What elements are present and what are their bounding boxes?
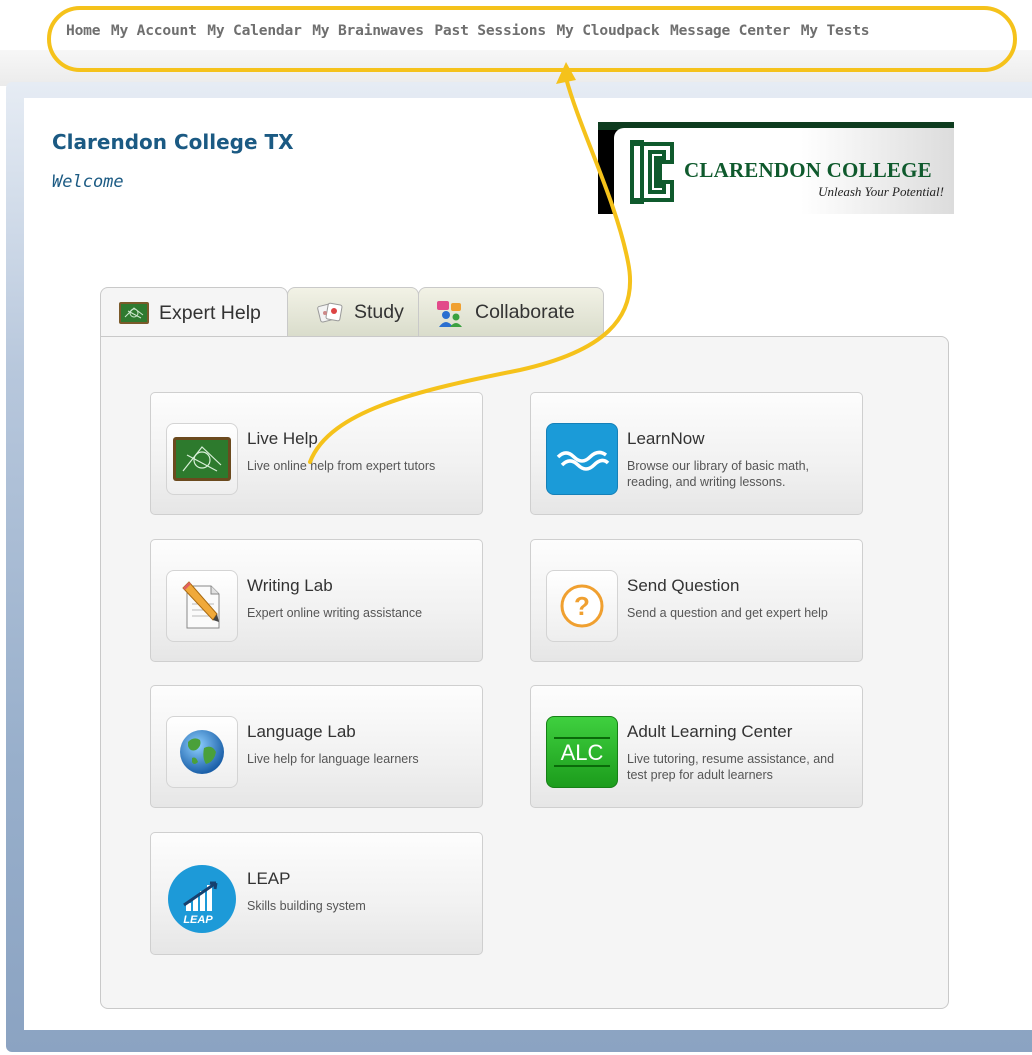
- service-card-leap[interactable]: LEAP LEAP Skills building system: [150, 832, 483, 955]
- people-icon: [435, 299, 465, 327]
- nav-item-message-center[interactable]: Message Center: [670, 22, 790, 39]
- chalkboard-icon: [119, 302, 149, 324]
- logo-title: CLARENDON COLLEGE: [684, 158, 932, 182]
- tab-study-label: Study: [354, 301, 404, 323]
- service-description: Live tutoring, resume assistance, and te…: [627, 752, 835, 782]
- service-title: Language Lab: [247, 722, 356, 741]
- service-description: Skills building system: [247, 899, 366, 913]
- tab-study[interactable]: Study: [287, 287, 419, 337]
- logo-tagline: Unleash Your Potential!: [818, 184, 944, 199]
- welcome-text: Welcome: [52, 172, 124, 192]
- service-title: Send Question: [627, 576, 740, 595]
- service-title: LEAP: [247, 869, 291, 888]
- expert-help-panel: Live Help Live online help from expert t…: [100, 336, 949, 1009]
- service-card-send-question[interactable]: ? Send Question Send a question and get …: [530, 539, 863, 662]
- nav-item-home[interactable]: Home: [66, 22, 101, 39]
- service-title: Live Help: [247, 429, 318, 448]
- top-nav-list: Home My Account My Calendar My Brainwave…: [66, 22, 880, 39]
- service-card-live-help[interactable]: Live Help Live online help from expert t…: [150, 392, 483, 515]
- service-card-writing-lab[interactable]: Writing Lab Expert online writing assist…: [150, 539, 483, 662]
- college-logo: CLARENDON COLLEGE Unleash Your Potential…: [598, 122, 954, 214]
- service-title: Writing Lab: [247, 576, 333, 595]
- service-tabs: Expert Help Study Collaborate: [100, 287, 604, 338]
- nav-divider: [0, 50, 1032, 86]
- svg-text:?: ?: [574, 591, 590, 621]
- flashcards-icon: [316, 301, 344, 325]
- service-card-adult-learning-center[interactable]: ALC Adult Learning Center Live tutoring,…: [530, 685, 863, 808]
- alc-icon-text: ALC: [561, 740, 604, 765]
- service-card-learnnow[interactable]: LearnNow Browse our library of basic mat…: [530, 392, 863, 515]
- question-icon: ?: [546, 570, 618, 642]
- wave-icon: [546, 423, 618, 495]
- nav-item-my-calendar[interactable]: My Calendar: [207, 22, 302, 39]
- tab-collaborate[interactable]: Collaborate: [418, 287, 604, 337]
- service-card-language-lab[interactable]: Language Lab Live help for language lear…: [150, 685, 483, 808]
- tab-expert-help[interactable]: Expert Help: [100, 287, 288, 338]
- page-title: Clarendon College TX: [52, 130, 294, 154]
- service-description: Send a question and get expert help: [627, 606, 828, 620]
- service-description: Live online help from expert tutors: [247, 459, 436, 473]
- tab-expert-help-label: Expert Help: [159, 301, 261, 324]
- nav-item-my-account[interactable]: My Account: [111, 22, 197, 39]
- logo-c-mark-icon: [630, 140, 674, 204]
- logo-banner: CLARENDON COLLEGE Unleash Your Potential…: [614, 128, 954, 214]
- nav-item-my-cloudpack[interactable]: My Cloudpack: [556, 22, 659, 39]
- service-title: LearnNow: [627, 429, 705, 448]
- service-description: Live help for language learners: [247, 752, 419, 766]
- tab-collaborate-label: Collaborate: [475, 301, 575, 323]
- nav-item-my-brainwaves[interactable]: My Brainwaves: [312, 22, 424, 39]
- leap-icon-text: LEAP: [183, 914, 213, 926]
- nav-item-my-tests[interactable]: My Tests: [801, 22, 870, 39]
- service-title: Adult Learning Center: [627, 722, 793, 741]
- leap-icon: LEAP: [166, 863, 238, 935]
- pencil-paper-icon: [166, 570, 238, 642]
- nav-item-past-sessions[interactable]: Past Sessions: [434, 22, 546, 39]
- globe-icon: [166, 716, 238, 788]
- service-description: Expert online writing assistance: [247, 606, 423, 620]
- service-description: Browse our library of basic math, readin…: [627, 459, 810, 489]
- alc-icon: ALC: [546, 716, 618, 788]
- chalkboard-icon: [166, 423, 238, 495]
